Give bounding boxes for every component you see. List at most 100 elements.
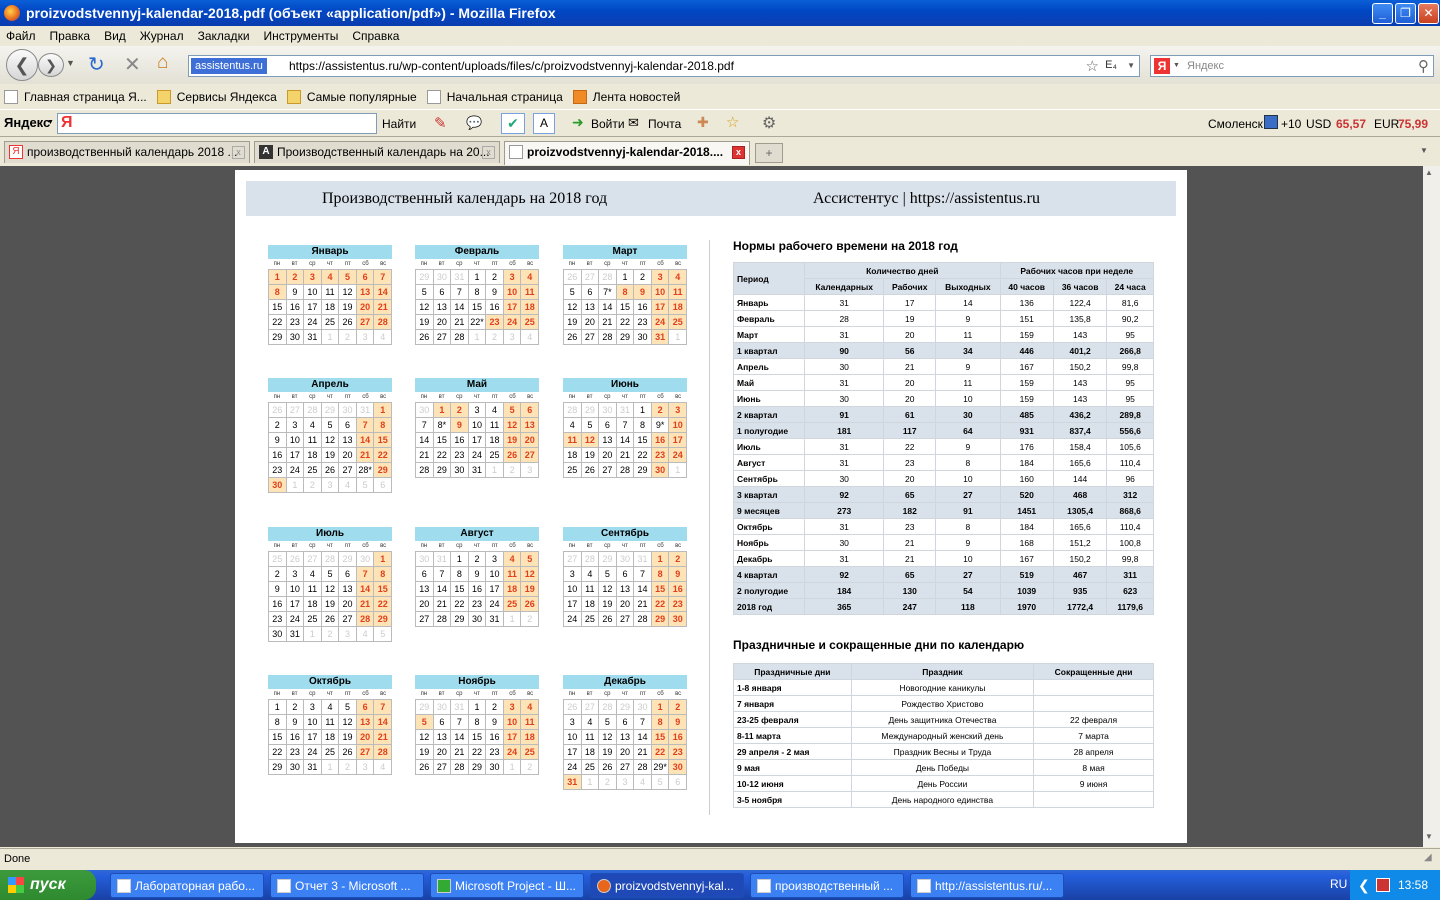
taskbar-item-word-lab[interactable]: Лабораторная рабо...	[110, 873, 264, 898]
back-button[interactable]: ❮	[6, 49, 38, 81]
day-cell-holiday: 18	[521, 730, 539, 745]
vertical-scrollbar[interactable]: ▲ ▼	[1423, 166, 1440, 847]
menu-bookmarks[interactable]: Закладки	[198, 29, 250, 43]
day-cell-other-month: 4	[521, 330, 539, 345]
day-cell-other-month: 26	[269, 403, 287, 418]
day-cell: 18	[304, 597, 322, 612]
month-3: Март пн вт ср чт пт сб вс 26 27 28 1 2 3 4 5 6 7* 8 9 10 11 12…	[563, 245, 687, 345]
weekday-header: пн вт ср чт пт сб вс	[563, 259, 687, 269]
taskbar-item-word-report[interactable]: Отчет 3 - Microsoft ...	[270, 873, 424, 898]
spellcheck-icon[interactable]: ✔	[501, 113, 525, 134]
holidays-cell: 1-8 января	[733, 679, 852, 696]
find-button[interactable]: Найти	[382, 117, 416, 131]
day-cell: 31	[486, 612, 504, 627]
tab-list-icon[interactable]: ▼	[1420, 146, 1428, 155]
search-icon[interactable]: ⚲	[1418, 57, 1429, 75]
brand-dropdown-icon[interactable]: ▼	[47, 119, 54, 126]
month-name: Август	[415, 527, 539, 541]
start-button[interactable]: пуск	[0, 870, 96, 900]
home-icon[interactable]: ⌂	[157, 52, 168, 74]
bookmark-star-icon[interactable]: ☆	[1086, 57, 1099, 75]
tab-yandex-search[interactable]: Я производственный календарь 2018 ... x	[4, 141, 250, 163]
close-tab-icon[interactable]: x	[732, 146, 745, 159]
tab-assistentus-page[interactable]: A Производственный календарь на 20... x	[254, 141, 500, 163]
norms-cell: 17	[883, 294, 937, 311]
menu-view[interactable]: Вид	[104, 29, 126, 43]
norms-row: Сентябрь 30 20 10 160 144 96	[732, 470, 1154, 487]
weather-city[interactable]: Смоленск	[1208, 117, 1263, 131]
weekday-label: чт	[327, 394, 333, 400]
taskbar-item-firefox-pdf[interactable]: proizvodstvennyj-kal...	[590, 873, 744, 898]
weekday-label: пн	[420, 543, 428, 549]
stop-icon[interactable]: ✕	[124, 52, 141, 77]
usd-rate[interactable]: 65,57	[1336, 117, 1366, 131]
weather-temp[interactable]: +10	[1281, 117, 1301, 131]
norms-cell: 122,4	[1052, 294, 1108, 311]
chat-icon[interactable]: 💬	[466, 115, 482, 131]
day-cell-holiday: 16	[651, 433, 670, 448]
day-cell: 6	[581, 285, 600, 300]
history-dropdown-icon[interactable]: ▼	[66, 58, 75, 68]
mail-button[interactable]: Почта	[648, 117, 681, 131]
close-button[interactable]: ✕	[1418, 3, 1439, 24]
new-tab-button[interactable]: +	[755, 143, 783, 163]
forward-button[interactable]: ❯	[38, 53, 64, 77]
favorites-icon[interactable]: ☆	[726, 113, 739, 131]
close-tab-icon[interactable]: x	[232, 146, 245, 159]
day-cell-holiday: 27	[521, 448, 539, 463]
day-cell-holiday: 24	[503, 315, 522, 330]
weekday-header: пн вт ср чт пт сб вс	[415, 541, 539, 551]
eur-rate[interactable]: 75,99	[1398, 117, 1428, 131]
menu-help[interactable]: Справка	[352, 29, 399, 43]
tab-pdf-active[interactable]: proizvodstvennyj-kalendar-2018.... x	[504, 141, 750, 165]
day-cell-holiday: 21	[374, 730, 392, 745]
translate-icon[interactable]: E₄	[1105, 59, 1117, 71]
bookmark-yandex-services[interactable]: Сервисы Яндекса	[156, 90, 277, 104]
url-text[interactable]: https://assistentus.ru/wp-content/upload…	[289, 59, 734, 73]
day-cell-other-month: 26	[564, 270, 582, 285]
day-cell-holiday: 30	[669, 760, 687, 775]
bookmark-start-page[interactable]: Начальная страница	[426, 90, 563, 104]
close-tab-icon[interactable]: x	[482, 146, 495, 159]
search-box[interactable]: Я ▼ Яндекс ⚲	[1150, 55, 1434, 77]
menu-file[interactable]: Файл	[6, 29, 36, 43]
menu-edit[interactable]: Правка	[50, 29, 91, 43]
maximize-button[interactable]: ❐	[1395, 3, 1416, 24]
day-cell: 7*	[599, 285, 617, 300]
url-dropdown-icon[interactable]: ▼	[1127, 61, 1135, 70]
day-cell: 15	[634, 433, 652, 448]
bookmark-yandex-home[interactable]: Главная страница Я...	[4, 90, 147, 104]
engine-dropdown-icon[interactable]: ▼	[1173, 62, 1180, 69]
yandex-search-input[interactable]: Я	[57, 113, 377, 134]
translate-page-icon[interactable]: A	[533, 113, 555, 134]
yandex-brand[interactable]: Яндекс	[4, 115, 50, 130]
resize-grip-icon[interactable]: ◢	[1424, 852, 1432, 863]
bonus-icon[interactable]: ✚	[697, 114, 709, 131]
taskbar-item-project[interactable]: Microsoft Project - Ш...	[430, 873, 584, 898]
highlight-icon[interactable]: ✎	[434, 114, 447, 132]
yandex-engine-icon[interactable]: Я	[1154, 58, 1170, 74]
address-bar[interactable]: assistentus.ru https://assistentus.ru/wp…	[188, 55, 1140, 77]
minimize-button[interactable]: _	[1372, 3, 1393, 24]
menu-history[interactable]: Журнал	[140, 29, 184, 43]
day-cell-holiday: 28	[374, 745, 392, 760]
antivirus-icon[interactable]	[1376, 878, 1390, 892]
scroll-down-icon[interactable]: ▼	[1425, 832, 1433, 841]
menu-tools[interactable]: Инструменты	[264, 29, 339, 43]
day-cell-holiday: 7	[374, 270, 392, 285]
bookmark-news-feed[interactable]: Лента новостей	[572, 90, 680, 104]
bookmark-popular[interactable]: Самые популярные	[286, 90, 417, 104]
tray-expand-icon[interactable]: ❮	[1358, 870, 1370, 900]
language-indicator[interactable]: RU	[1330, 877, 1347, 891]
login-button[interactable]: Войти	[591, 117, 625, 131]
taskbar-item-ie-search[interactable]: производственный ...	[750, 873, 904, 898]
scroll-up-icon[interactable]: ▲	[1425, 168, 1433, 177]
day-cell-holiday: 5	[416, 715, 434, 730]
site-identity-badge[interactable]: assistentus.ru	[191, 58, 267, 74]
norms-column-header: 36 часов	[1052, 278, 1108, 295]
settings-gear-icon[interactable]: ⚙	[762, 113, 776, 133]
day-cell: 21	[451, 745, 469, 760]
taskbar-item-ie-assistentus[interactable]: http://assistentus.ru/...	[910, 873, 1064, 898]
clock[interactable]: 13:58	[1398, 870, 1428, 900]
reload-icon[interactable]: ↻	[88, 52, 105, 77]
